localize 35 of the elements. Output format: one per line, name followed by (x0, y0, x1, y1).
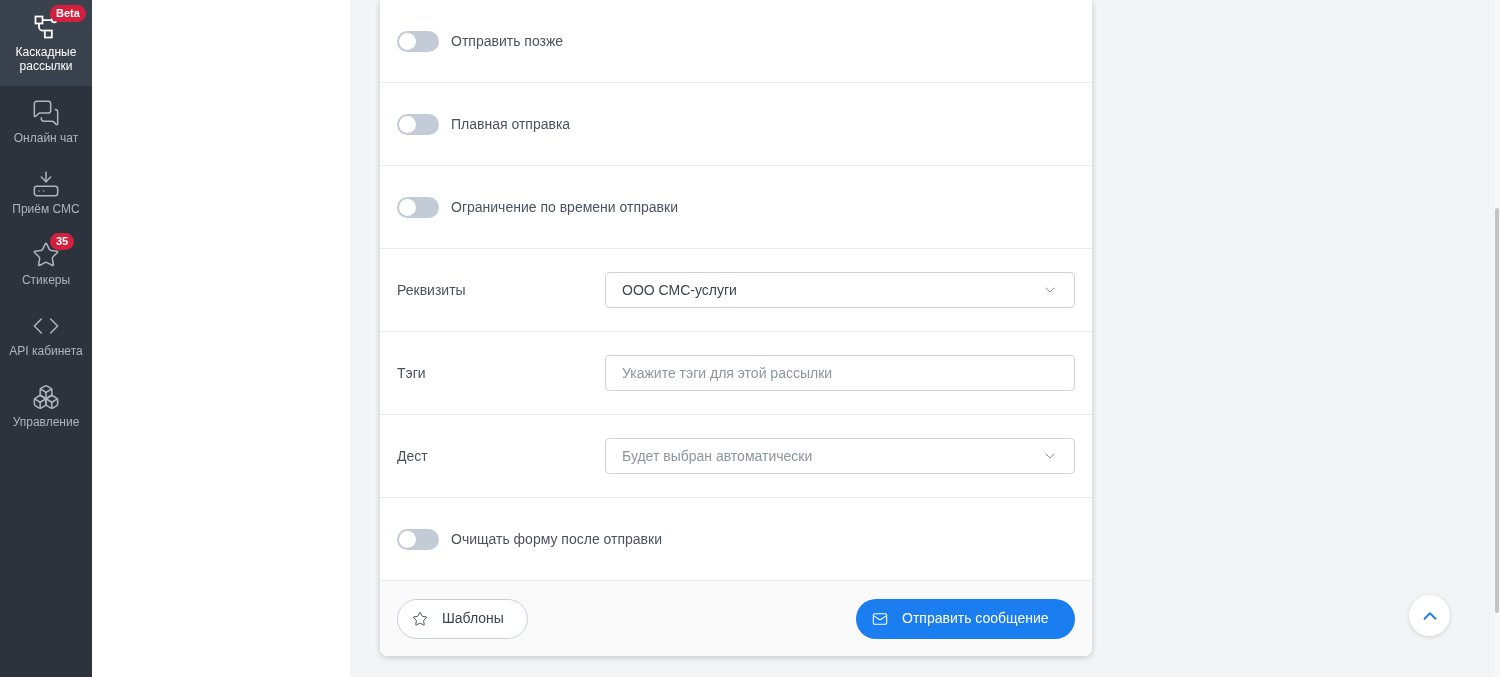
sidebar-item[interactable]: Управление (0, 370, 92, 441)
sidebar-label: Стикеры (21, 272, 71, 287)
input-field[interactable]: Укажите тэги для этой рассылки (605, 355, 1075, 391)
sidebar-label: Онлайн чат (13, 130, 79, 145)
toggle-switch[interactable] (397, 528, 439, 550)
sidebar-label: API кабинета (9, 343, 83, 358)
templates-button[interactable]: Шаблоны (397, 598, 528, 639)
mail-icon (872, 610, 888, 627)
sidebar-item[interactable]: Онлайн чат (0, 86, 92, 157)
toggle-label: Ограничение по времени отправки (451, 197, 678, 217)
sidebar-item[interactable]: API кабинета (0, 299, 92, 370)
badge: Beta (50, 5, 86, 22)
chat-bubbles-icon (32, 98, 60, 127)
boxes-icon (32, 382, 60, 411)
field-label: Тэги (397, 363, 427, 383)
badge: 35 (50, 233, 75, 250)
select-field[interactable]: ООО СМС-услуги (605, 272, 1075, 308)
toggle-switch[interactable] (397, 113, 439, 135)
sidebar-label: Приём СМС (12, 201, 80, 216)
toggle-switch[interactable] (397, 30, 439, 52)
sidebar-item[interactable]: Приём СМС (0, 157, 92, 228)
sidebar-label: Каскадные рассылки (14, 45, 78, 73)
download-tray-icon (32, 169, 60, 198)
star-icon (412, 610, 428, 627)
sidebar-item[interactable]: 35 Стикеры (0, 228, 92, 299)
field-label: Дест (397, 446, 429, 466)
sidebar-item[interactable]: Beta Каскадные рассылки (0, 0, 92, 86)
send-message-button[interactable]: Отправить сообщение (856, 598, 1075, 639)
toggle-label: Отправить позже (451, 31, 564, 51)
sidebar-label: Управление (12, 414, 80, 429)
toggle-label: Плавная отправка (451, 114, 571, 134)
scroll-to-top-button[interactable] (1409, 595, 1450, 636)
field-label: Реквизиты (397, 280, 467, 300)
toggle-label: Очищать форму после отправки (451, 529, 662, 549)
toggle-switch[interactable] (397, 196, 439, 218)
